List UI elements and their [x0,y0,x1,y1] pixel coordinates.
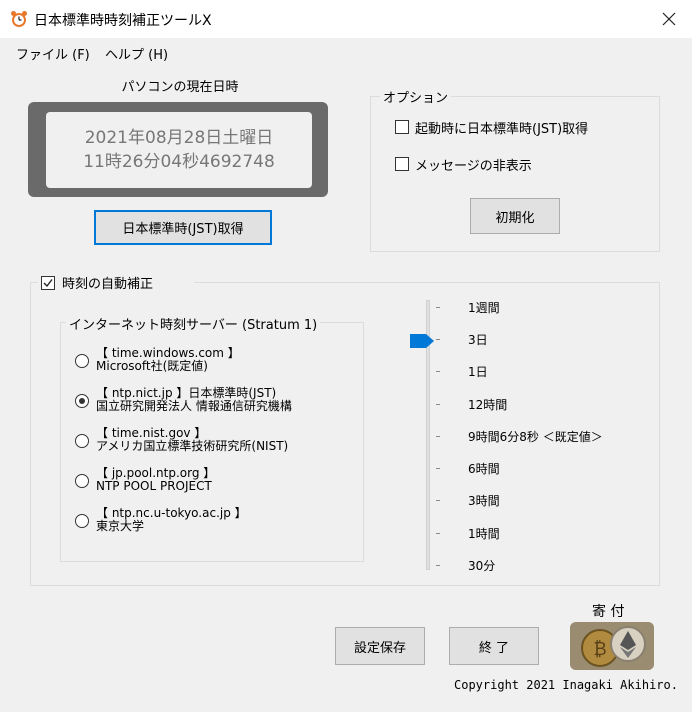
save-settings-button[interactable]: 設定保存 [335,627,425,665]
clock-label: パソコンの現在日時 [121,80,239,95]
startup-jst-checkbox[interactable] [395,120,409,134]
interval-label: 3時間 [468,494,500,508]
window-title: 日本標準時時刻補正ツールX [34,13,212,29]
interval-label: 3日 [468,333,488,347]
close-button[interactable] [650,4,688,34]
server-desc: アメリカ国立標準技術研究所(NIST) [96,439,289,453]
exit-button[interactable]: 終 了 [449,627,539,665]
menu-bar [0,38,692,68]
server-option-4[interactable]: 【 ntp.nc.u-tokyo.ac.jp 】 東京大学 [96,507,247,533]
copyright: Copyright 2021 Inagaki Akihiro. [454,678,678,692]
interval-label: 1日 [468,365,488,379]
interval-label: 30分 [468,559,496,573]
menu-file[interactable]: ファイル (F) [16,44,90,63]
slider-tick [436,371,440,372]
server-group-title: インターネット時刻サーバー (Stratum 1) [66,314,321,333]
clock-date: 2021年08月28日土曜日 [84,128,274,148]
checkmark-icon [43,279,53,288]
server-desc: 国立研究開発法人 情報通信研究機構 [96,399,292,413]
server-desc: 東京大学 [96,519,145,533]
server-option-3[interactable]: 【 jp.pool.ntp.org 】 NTP POOL PROJECT [96,467,215,493]
auto-correct-checkbox[interactable] [41,276,55,290]
auto-correct-label: 時刻の自動補正 [62,277,154,292]
server-radio-3[interactable] [75,474,89,488]
interval-slider-thumb[interactable] [410,333,436,353]
server-radio-1[interactable] [75,394,89,408]
menu-help[interactable]: ヘルプ (H) [105,44,168,63]
server-option-1[interactable]: 【 ntp.nict.jp 】日本標準時(JST) 国立研究開発法人 情報通信研… [96,387,292,413]
startup-jst-label: 起動時に日本標準時(JST)取得 [415,122,589,137]
reset-button[interactable]: 初期化 [470,198,560,234]
options-title: オプション [380,87,452,106]
server-option-2[interactable]: 【 time.nist.gov 】 アメリカ国立標準技術研究所(NIST) [96,427,288,453]
close-icon [662,12,676,26]
clock-time: 11時26分04秒4692748 [83,152,275,172]
hide-message-checkbox[interactable] [395,157,409,171]
interval-label: 6時間 [468,462,500,476]
slider-tick [436,307,440,308]
slider-tick [436,339,440,340]
svg-text:₿: ₿ [593,639,606,660]
slider-tick [436,404,440,405]
server-desc: Microsoft社(既定値) [96,359,208,373]
get-jst-button[interactable]: 日本標準時(JST)取得 [94,210,272,245]
slider-tick [436,565,440,566]
hide-message-label: メッセージの非表示 [415,159,532,174]
donate-coins-icon[interactable]: ₿ [570,622,654,670]
interval-label: 12時間 [468,398,508,412]
server-radio-0[interactable] [75,354,89,368]
alarm-clock-icon [10,10,28,28]
server-desc: NTP POOL PROJECT [96,479,212,493]
slider-tick [436,468,440,469]
server-radio-2[interactable] [75,434,89,448]
server-radio-4[interactable] [75,514,89,528]
donate-label: 寄 付 [592,604,625,620]
slider-tick [436,500,440,501]
slider-tick [436,436,440,437]
slider-tick [436,533,440,534]
clock-display: 2021年08月28日土曜日 11時26分04秒4692748 [46,112,312,188]
interval-label: 1週間 [468,301,500,315]
interval-label: 9時間6分8秒 ＜既定値＞ [468,430,603,444]
interval-label: 1時間 [468,527,500,541]
server-option-0[interactable]: 【 time.windows.com 】 Microsoft社(既定値) [96,347,240,373]
